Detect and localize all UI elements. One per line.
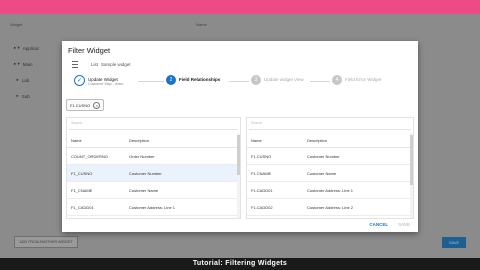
step-connector — [310, 81, 330, 82]
step-update-widget-view[interactable]: 3 Update widget View — [251, 75, 304, 85]
close-icon[interactable]: × — [93, 101, 101, 109]
search-input[interactable]: Search — [249, 121, 411, 130]
bg-tree-item: ▸ Sub — [14, 93, 30, 99]
row-name: F1.CUSNO — [251, 154, 272, 159]
row-name: COUNT_ORDERNO — [71, 154, 108, 159]
list-icon — [72, 61, 78, 68]
breadcrumb-item: List — [91, 62, 99, 67]
column-header-name: Name — [251, 138, 262, 143]
row-name: F1.CADD01 — [251, 188, 273, 193]
breadcrumb: List Sample widget — [72, 61, 131, 68]
add-from-widget-button: ADD FROM ANOTHER WIDGET — [14, 236, 78, 248]
step-update-widget[interactable]: ✓ Update Widget Customer Map - video — [74, 75, 123, 87]
row-desc: Customer Name — [307, 171, 337, 176]
step-field-error-widget[interactable]: 4 Field Error Widget — [332, 75, 381, 85]
bg-column-header-name: Name — [196, 22, 207, 27]
scrollbar-thumb[interactable] — [410, 135, 413, 185]
row-desc: Customer Address: Line 1 — [307, 188, 354, 193]
bg-column-header-widget: Widget — [10, 22, 23, 27]
row-name: F1.CADD02 — [251, 205, 273, 210]
bg-tree-item: ▸ ▾ Applicat — [14, 45, 39, 51]
row-desc: Customer Number — [307, 154, 340, 159]
bg-tree-item: ▸ Lab — [14, 77, 30, 83]
table-row[interactable]: F1_CNAME Customer Name — [67, 182, 240, 199]
table-row[interactable]: F1_CUSNO Customer Number — [67, 165, 240, 182]
stepper: ✓ Update Widget Customer Map - video 2 F… — [74, 75, 414, 95]
bg-save-button: SAVE — [442, 237, 466, 248]
selected-field-chip[interactable]: F1.CUSNO × — [66, 99, 105, 111]
dialog-title: Filter Widget — [68, 46, 111, 55]
row-desc: Customer Number — [129, 171, 162, 176]
table-row[interactable]: F1.CNAME Customer Name — [247, 165, 413, 182]
row-desc: Customer Address: Line 2 — [307, 205, 354, 210]
table-header: Name Description — [247, 133, 413, 148]
step-title: Field Error Widget — [345, 77, 382, 82]
target-fields-panel: Search Name Description F1.CUSNO Custome… — [246, 117, 414, 219]
cancel-button[interactable]: CANCEL — [369, 222, 388, 227]
bg-tree: ▸ ▾ Applicat ▸ ▾ Main ▸ Lab ▸ Sub — [14, 40, 39, 104]
source-fields-panel: Search Name Description COUNT_ORDERNO Or… — [66, 117, 241, 219]
step-number: 4 — [332, 75, 342, 85]
table-row[interactable]: F1.CUSNO Customer Number — [247, 148, 413, 165]
table-row[interactable]: F1.CADD02 Customer Address: Line 2 — [247, 199, 413, 216]
search-input[interactable]: Search — [69, 121, 238, 130]
row-name: F1.CNAME — [251, 171, 272, 176]
table-header: Name Description — [67, 133, 240, 148]
step-subtitle: Customer Map - video — [88, 82, 124, 86]
video-caption: Tutorial: Filtering Widgets — [192, 260, 288, 267]
step-field-relationships[interactable]: 2 Field Relationships — [166, 75, 220, 85]
bg-tree-item: ▸ ▾ Main — [14, 61, 33, 67]
scrollbar-thumb[interactable] — [237, 135, 240, 175]
row-name: F1_CNAME — [71, 188, 93, 193]
step-connector — [229, 81, 249, 82]
app-bar — [0, 0, 480, 14]
dialog-footer: CANCEL SAVE — [369, 222, 410, 227]
chip-label: F1.CUSNO — [70, 102, 91, 108]
row-desc: Order Number — [129, 154, 155, 159]
table-row[interactable]: F1.CADD01 Customer Address: Line 1 — [247, 182, 413, 199]
row-name: F1_CUSNO — [71, 171, 93, 176]
save-button[interactable]: SAVE — [398, 222, 410, 227]
step-connector — [138, 81, 164, 82]
step-number: 3 — [251, 75, 261, 85]
scrollbar[interactable] — [410, 133, 413, 218]
column-header-description: Description — [129, 138, 150, 143]
step-title: Update widget View — [264, 77, 304, 82]
table-row[interactable]: COUNT_ORDERNO Order Number — [67, 148, 240, 165]
breadcrumb-item: Sample widget — [101, 62, 131, 67]
row-desc: Customer Address: Line 1 — [129, 205, 176, 210]
step-number: 2 — [166, 75, 176, 85]
column-header-description: Description — [307, 138, 328, 143]
table-row[interactable]: F1_CADD01 Customer Address: Line 1 — [67, 199, 240, 216]
check-icon: ✓ — [74, 75, 85, 86]
row-desc: Customer Name — [129, 188, 159, 193]
row-name: F1_CADD01 — [71, 205, 94, 210]
step-title: Field Relationships — [179, 77, 221, 82]
scrollbar[interactable] — [237, 133, 240, 218]
filter-widget-dialog: Filter Widget List Sample widget ✓ Updat… — [62, 41, 418, 232]
column-header-name: Name — [71, 138, 82, 143]
